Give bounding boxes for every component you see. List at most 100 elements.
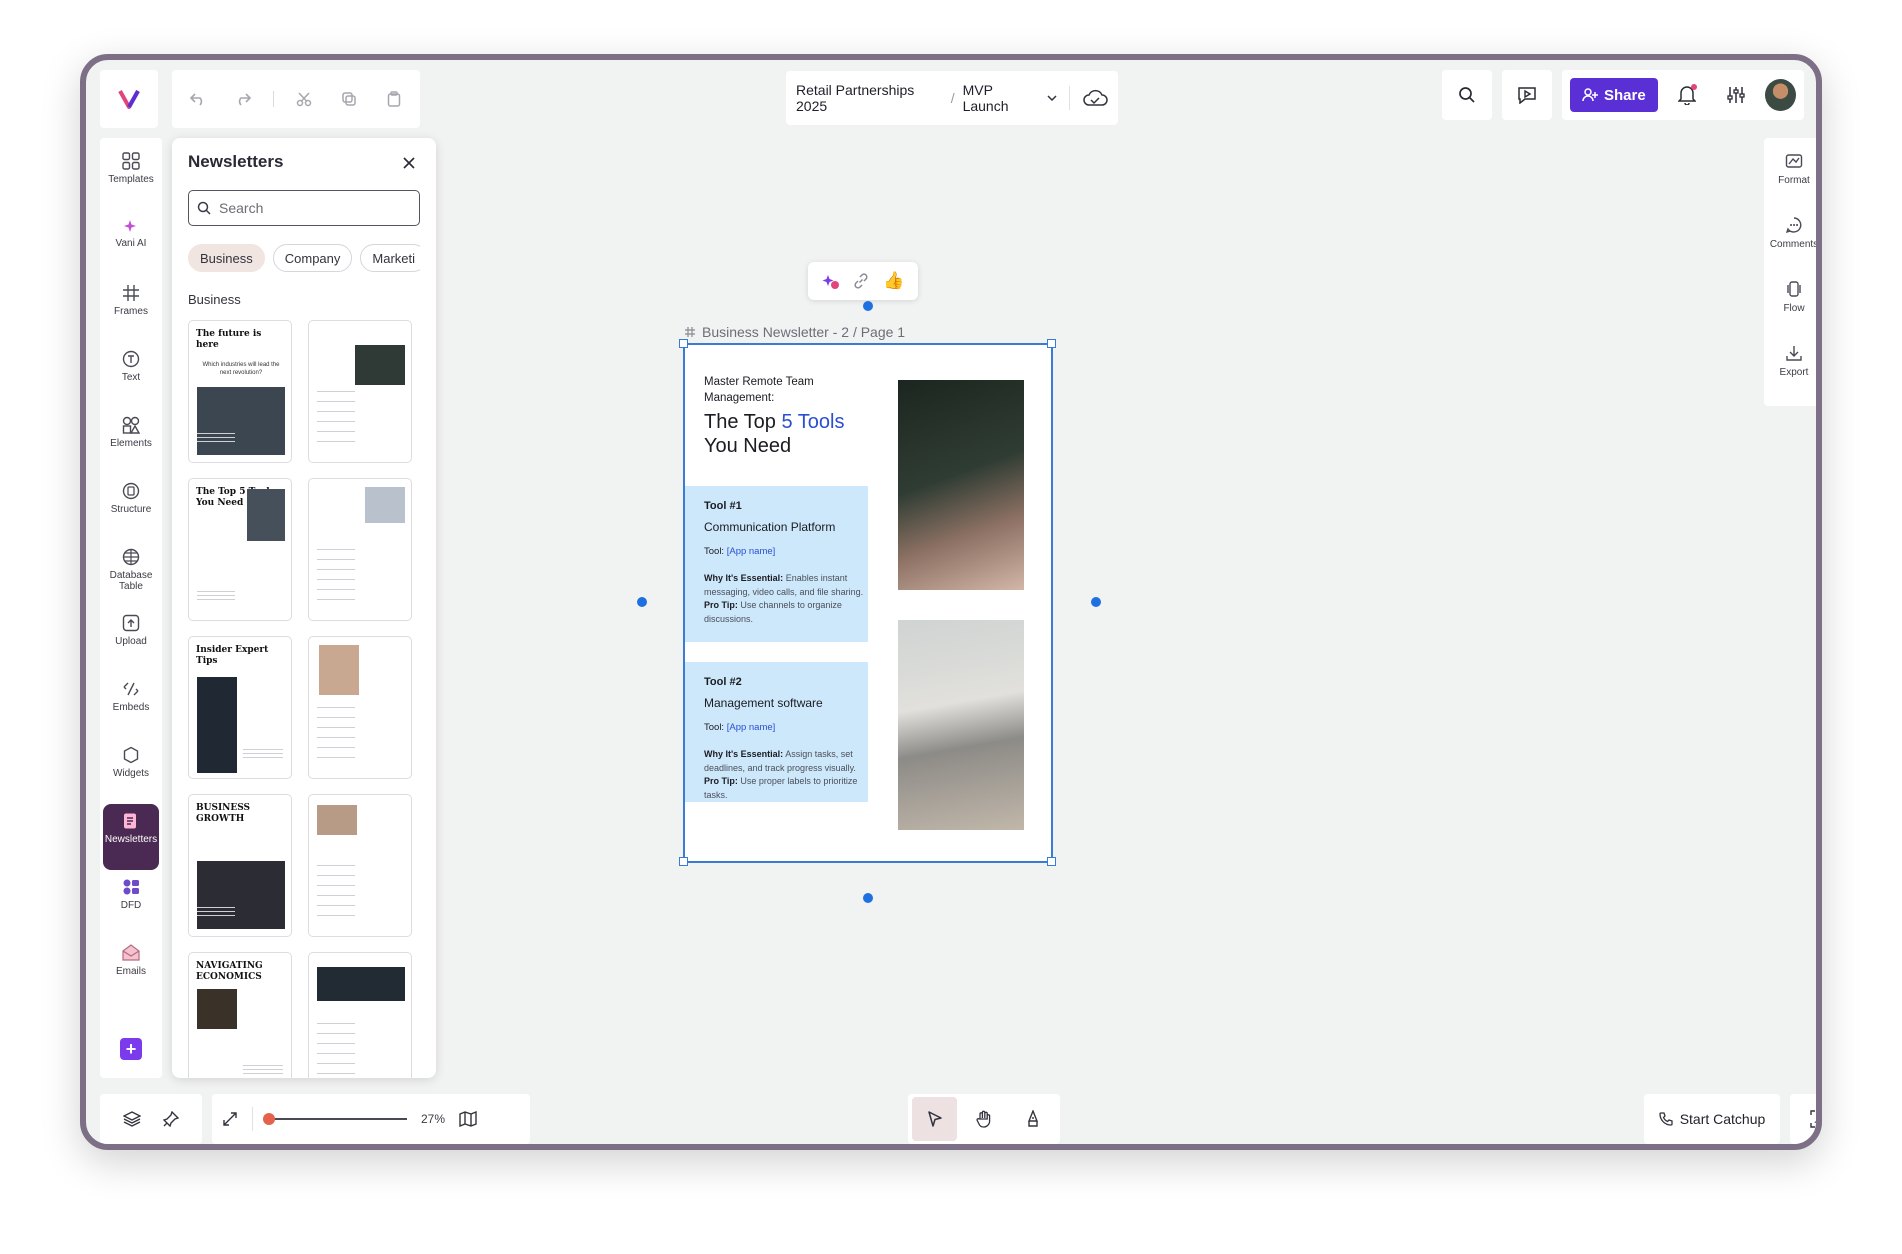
rail-item-embeds[interactable]: Embeds <box>100 672 162 738</box>
rail-item-widgets[interactable]: Widgets <box>100 738 162 804</box>
rail-item-label: Widgets <box>112 768 150 779</box>
rail-item-text[interactable]: Text <box>100 342 162 408</box>
chevron-down-icon[interactable] <box>1047 95 1057 101</box>
widget-icon <box>122 746 140 764</box>
pen-tool[interactable] <box>1011 1097 1056 1141</box>
link-icon[interactable] <box>853 273 869 289</box>
rail-item-newsletters[interactable]: Newsletters <box>103 804 159 870</box>
rail-item-structure[interactable]: Structure <box>100 474 162 540</box>
settings-button[interactable] <box>1716 78 1755 112</box>
layers-bar <box>100 1094 202 1144</box>
rail-item-database-table[interactable]: Database Table <box>100 540 162 606</box>
template-thumbnail-title: The future is here <box>196 329 262 350</box>
floating-reaction-bar: 👍 <box>808 262 918 300</box>
connector-dot-left[interactable] <box>637 597 647 607</box>
rail-item-label: Embeds <box>112 702 150 713</box>
template-thumbnail[interactable] <box>308 478 412 621</box>
search-icon <box>197 201 211 215</box>
undo-icon[interactable] <box>182 83 213 115</box>
search-placeholder: Search <box>219 200 264 216</box>
search-field[interactable]: Search <box>188 190 420 226</box>
close-icon[interactable] <box>394 148 424 178</box>
hand-tool[interactable] <box>961 1097 1006 1141</box>
template-thumbnail[interactable] <box>308 320 412 463</box>
rail-item-vani-ai[interactable]: Vani AI <box>100 210 162 276</box>
notifications-button[interactable] <box>1668 78 1707 112</box>
breadcrumb-board[interactable]: MVP Launch <box>963 82 1039 114</box>
share-button[interactable]: Share <box>1570 78 1658 112</box>
clipboard-icon[interactable] <box>379 83 410 115</box>
breadcrumb-project[interactable]: Retail Partnerships 2025 <box>796 82 943 114</box>
email-icon <box>121 944 141 962</box>
template-thumbnail-title: NAVIGATING ECONOMICS <box>196 961 263 982</box>
add-button[interactable]: + <box>120 1038 142 1060</box>
template-thumbnail-title: BUSINESS GROWTH <box>196 803 251 824</box>
format-icon <box>1785 152 1803 170</box>
right-rail-label: Flow <box>1783 303 1805 314</box>
placeholder-line <box>317 569 355 570</box>
placeholder-line <box>197 907 235 908</box>
template-thumbnail[interactable]: NAVIGATING ECONOMICS <box>188 952 292 1078</box>
rail-item-upload[interactable]: Upload <box>100 606 162 672</box>
zoom-slider-knob[interactable] <box>263 1113 275 1125</box>
frame-title[interactable]: Business Newsletter - 2 / Page 1 <box>684 324 905 340</box>
rail-item-elements[interactable]: Elements <box>100 408 162 474</box>
hand-icon <box>975 1110 993 1128</box>
template-thumbnail[interactable]: Insider Expert Tips <box>188 636 292 779</box>
template-thumbnail[interactable] <box>308 636 412 779</box>
template-thumbnail[interactable] <box>308 952 412 1078</box>
template-thumbnail-image <box>317 967 405 1001</box>
redo-icon[interactable] <box>227 83 258 115</box>
resize-handle[interactable] <box>679 339 688 348</box>
right-rail-export[interactable]: Export <box>1764 336 1816 400</box>
connector-dot-bottom[interactable] <box>863 893 873 903</box>
fullscreen-icon[interactable] <box>222 1111 238 1127</box>
copy-icon[interactable] <box>333 83 364 115</box>
right-rail-label: Comments <box>1769 239 1819 250</box>
zoom-slider[interactable] <box>263 1113 407 1125</box>
placeholder-line <box>317 391 355 392</box>
right-rail-flow[interactable]: Flow <box>1764 272 1816 336</box>
template-thumbnail[interactable]: The future is here Which industries will … <box>188 320 292 463</box>
resize-handle[interactable] <box>679 857 688 866</box>
chip-business[interactable]: Business <box>188 244 265 272</box>
resize-handle[interactable] <box>1047 339 1056 348</box>
template-thumbnail[interactable] <box>308 794 412 937</box>
rail-item-label: Vani AI <box>115 238 147 249</box>
chip-company[interactable]: Company <box>272 244 353 272</box>
template-thumbnail[interactable]: BUSINESS GROWTH <box>188 794 292 937</box>
placeholder-line <box>317 401 355 402</box>
placeholder-line <box>243 749 283 750</box>
connector-dot-top[interactable] <box>863 301 873 311</box>
placeholder-line <box>197 437 235 438</box>
chip-marketing[interactable]: Marketi <box>360 244 420 272</box>
fit-screen-button[interactable] <box>1790 1094 1816 1144</box>
sticker-icon[interactable] <box>822 272 840 290</box>
pin-icon[interactable] <box>163 1111 180 1127</box>
layers-icon[interactable] <box>122 1110 141 1128</box>
connector-dot-right[interactable] <box>1091 597 1101 607</box>
vani-logo-icon[interactable] <box>100 70 158 128</box>
placeholder-line <box>317 549 355 550</box>
present-button[interactable] <box>1502 70 1552 120</box>
map-icon[interactable] <box>459 1111 477 1127</box>
right-rail: Format Comments Flow Export <box>1764 138 1819 406</box>
cloud-saved-icon[interactable] <box>1082 89 1108 107</box>
rail-item-dfd[interactable]: DFD <box>100 870 162 936</box>
start-catchup-label: Start Catchup <box>1679 1111 1766 1127</box>
placeholder-line <box>317 1023 355 1024</box>
template-thumbnail[interactable]: The Top 5 Tools You Need <box>188 478 292 621</box>
rail-item-frames[interactable]: Frames <box>100 276 162 342</box>
right-rail-comments[interactable]: Comments <box>1764 208 1819 272</box>
avatar[interactable] <box>1765 79 1796 111</box>
search-button[interactable] <box>1442 70 1492 120</box>
resize-handle[interactable] <box>1047 857 1056 866</box>
thumbs-up-icon[interactable]: 👍 <box>883 271 904 291</box>
placeholder-line <box>317 757 355 758</box>
cut-icon[interactable] <box>288 83 319 115</box>
right-rail-format[interactable]: Format <box>1764 144 1816 208</box>
pointer-tool[interactable] <box>912 1097 958 1141</box>
start-catchup-button[interactable]: Start Catchup <box>1644 1094 1780 1144</box>
rail-item-emails[interactable]: Emails <box>100 936 162 1002</box>
rail-item-templates[interactable]: Templates <box>100 144 162 210</box>
